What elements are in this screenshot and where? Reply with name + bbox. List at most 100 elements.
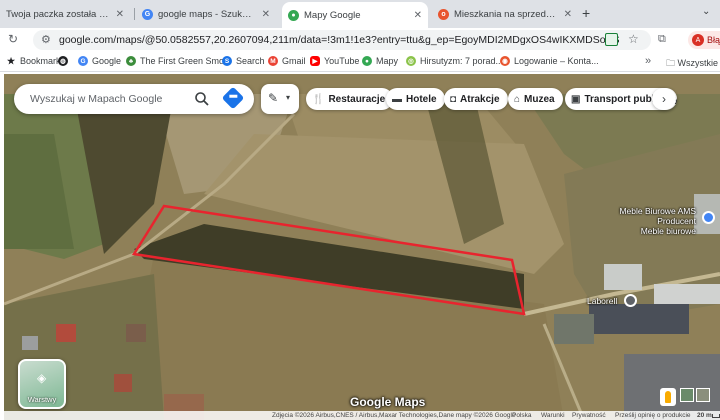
draw-tool-button[interactable]: ✎ ▾ [261,84,299,114]
tab-title: Mapy Google [304,9,361,21]
imagery-attribution: Zdjęcia ©2026 Airbus,CNES / Airbus,Maxar… [272,412,516,419]
imagery-thumbnail[interactable] [696,388,710,402]
bookmark-label: Mapy [376,56,399,66]
street-view-pegman-icon[interactable] [660,388,676,406]
bookmark-label: Gmail [282,56,306,66]
chip-museums[interactable]: ⌂ Muzea [508,88,563,110]
bookmark-label: Hirsutyzm: 7 porad... [420,56,504,66]
place-pin-icon[interactable] [624,294,637,307]
site-info-icon[interactable]: ⚙ [41,33,51,46]
chevron-down-icon[interactable]: ▾ [286,93,290,102]
avatar: A [692,34,704,46]
search-placeholder[interactable]: Wyszukaj w Mapach Google [30,93,162,105]
maps-pin-icon: ● [288,9,299,21]
scale-bar [712,414,720,418]
search-icon[interactable] [194,91,210,107]
chip-label: Atrakcje [460,93,500,105]
globe-icon: ◍ [58,56,68,66]
bookmark-label: Google [92,56,122,66]
close-tab-icon[interactable]: ✕ [116,9,124,20]
satellite-map[interactable]: Wyszukaj w Mapach Google ✎ ▾ 🍴 Restaurac… [4,74,720,420]
bookmark-item[interactable]: S Search [222,56,265,66]
bookmark-item[interactable]: ♣ The First Green Smo... [126,56,232,66]
chevron-down-icon[interactable]: ⌄ [702,6,710,17]
bookmark-item[interactable]: ◉ Logowanie – Konta... [500,56,599,66]
bookmark-label: YouTube [324,56,360,66]
bookmark-item[interactable]: ◎ Hirsutyzm: 7 porad... [406,56,503,66]
place-label-ams[interactable]: Meble Biurowe AMS Producent Meble biurow… [616,206,696,236]
close-tab-icon[interactable]: ✕ [564,9,572,20]
more-bookmarks-icon[interactable]: » [645,55,651,67]
layers-button[interactable]: ◈ Warstwy [18,359,66,409]
layers-icon: ◈ [37,371,47,385]
google-icon: G [78,56,88,66]
site-icon: ◎ [406,56,416,66]
close-tab-icon[interactable]: ✕ [414,10,422,21]
scale-label[interactable]: 20 m [697,412,712,419]
place-category: Meble biurowe [640,226,696,236]
chip-label: Muzea [524,93,555,105]
satellite-imagery [4,74,720,420]
google-maps-logo: Google Maps [350,395,426,409]
new-tab-icon[interactable]: + [582,5,590,21]
chevron-right-icon[interactable]: › [652,88,676,110]
map-attribution-bar: Zdjęcia ©2026 Airbus,CNES / Airbus,Maxar… [4,411,720,420]
bookmark-item[interactable]: M Gmail [268,56,306,66]
bookmark-item[interactable]: ● Mapy [362,56,398,66]
open-in-app-icon[interactable] [605,33,618,46]
map-search-box[interactable]: Wyszukaj w Mapach Google [14,84,254,114]
maps-pin-icon: ● [362,56,372,66]
chip-hotels[interactable]: ▬ Hotele [386,88,445,110]
bookmark-item[interactable]: ◍ [58,56,72,66]
tab-0[interactable]: Twoja paczka została nadana - ✕ [0,2,130,26]
tab-title: Mieszkania na sprzedaż Ostród [454,8,559,20]
tab-2[interactable]: ● Mapy Google ✕ [282,2,428,28]
browser-toolbar: ↻ ⚙ google.com/maps/@50.0582557,20.26070… [0,28,720,52]
bookmark-item[interactable]: ★ Bookmarks [6,55,65,67]
otodom-icon: o [438,8,449,20]
chip-attractions[interactable]: ◘ Atrakcje [444,88,508,110]
address-bar[interactable]: ⚙ google.com/maps/@50.0582557,20.2607094… [33,30,651,50]
country-link[interactable]: Polska [512,412,532,419]
tab-3[interactable]: o Mieszkania na sprzedaż Ostród ✕ [432,2,578,26]
chip-label: Hotele [406,93,437,105]
tab-title: google maps - Szukaj w Google [158,8,257,20]
fork-knife-icon: 🍴 [312,93,325,105]
terms-link[interactable]: Warunki [541,412,565,419]
imagery-thumbnail[interactable] [680,388,694,402]
bookmarks-bar: ★ Bookmarks ◍ G Google ♣ The First Green… [0,52,720,72]
layers-label: Warstwy [27,395,57,404]
camera-icon: ◘ [450,93,457,105]
login-icon: ◉ [500,56,510,66]
close-tab-icon[interactable]: ✕ [262,9,270,20]
place-pin-icon[interactable] [702,211,715,224]
feedback-link[interactable]: Prześlij opinię o produkcie [615,412,691,419]
gmail-icon: M [268,56,278,66]
google-icon: G [142,8,153,20]
browser-tab-strip: Twoja paczka została nadana - ✕ G google… [0,0,720,28]
bookmark-item[interactable]: G Google [78,56,121,66]
pencil-icon: ✎ [268,91,279,105]
place-label-laborell[interactable]: Laborell [587,296,617,306]
leaf-icon: ♣ [126,56,136,66]
star-icon: ★ [6,55,16,66]
all-bookmarks-folder[interactable]: 🗀 Wszystkie [666,56,718,72]
tab-title: Twoja paczka została nadana - [6,8,111,20]
place-name: Meble Biurowe AMS Producent [619,206,696,226]
privacy-link[interactable]: Prywatność [572,412,606,419]
folder-icon: 🗀 [666,58,678,68]
directions-icon[interactable] [221,86,245,110]
profile-button[interactable]: A Błą [688,31,720,49]
bed-icon: ▬ [392,93,402,105]
chip-label: Restauracje [328,93,386,105]
bookmark-label: The First Green Smo... [140,56,232,66]
bookmark-label: Logowanie – Konta... [514,56,599,66]
reload-icon[interactable]: ↻ [8,32,18,46]
bookmark-star-icon[interactable]: ☆ [628,32,639,46]
chip-restaurants[interactable]: 🍴 Restauracje [306,88,394,110]
bookmark-item[interactable]: ▶ YouTube [310,56,359,66]
bus-icon: ▣ [571,93,581,105]
url-text[interactable]: google.com/maps/@50.0582557,20.2607094,2… [59,34,619,46]
tab-1[interactable]: G google maps - Szukaj w Google ✕ [136,2,276,26]
extensions-icon[interactable]: ⧉ [658,33,666,46]
